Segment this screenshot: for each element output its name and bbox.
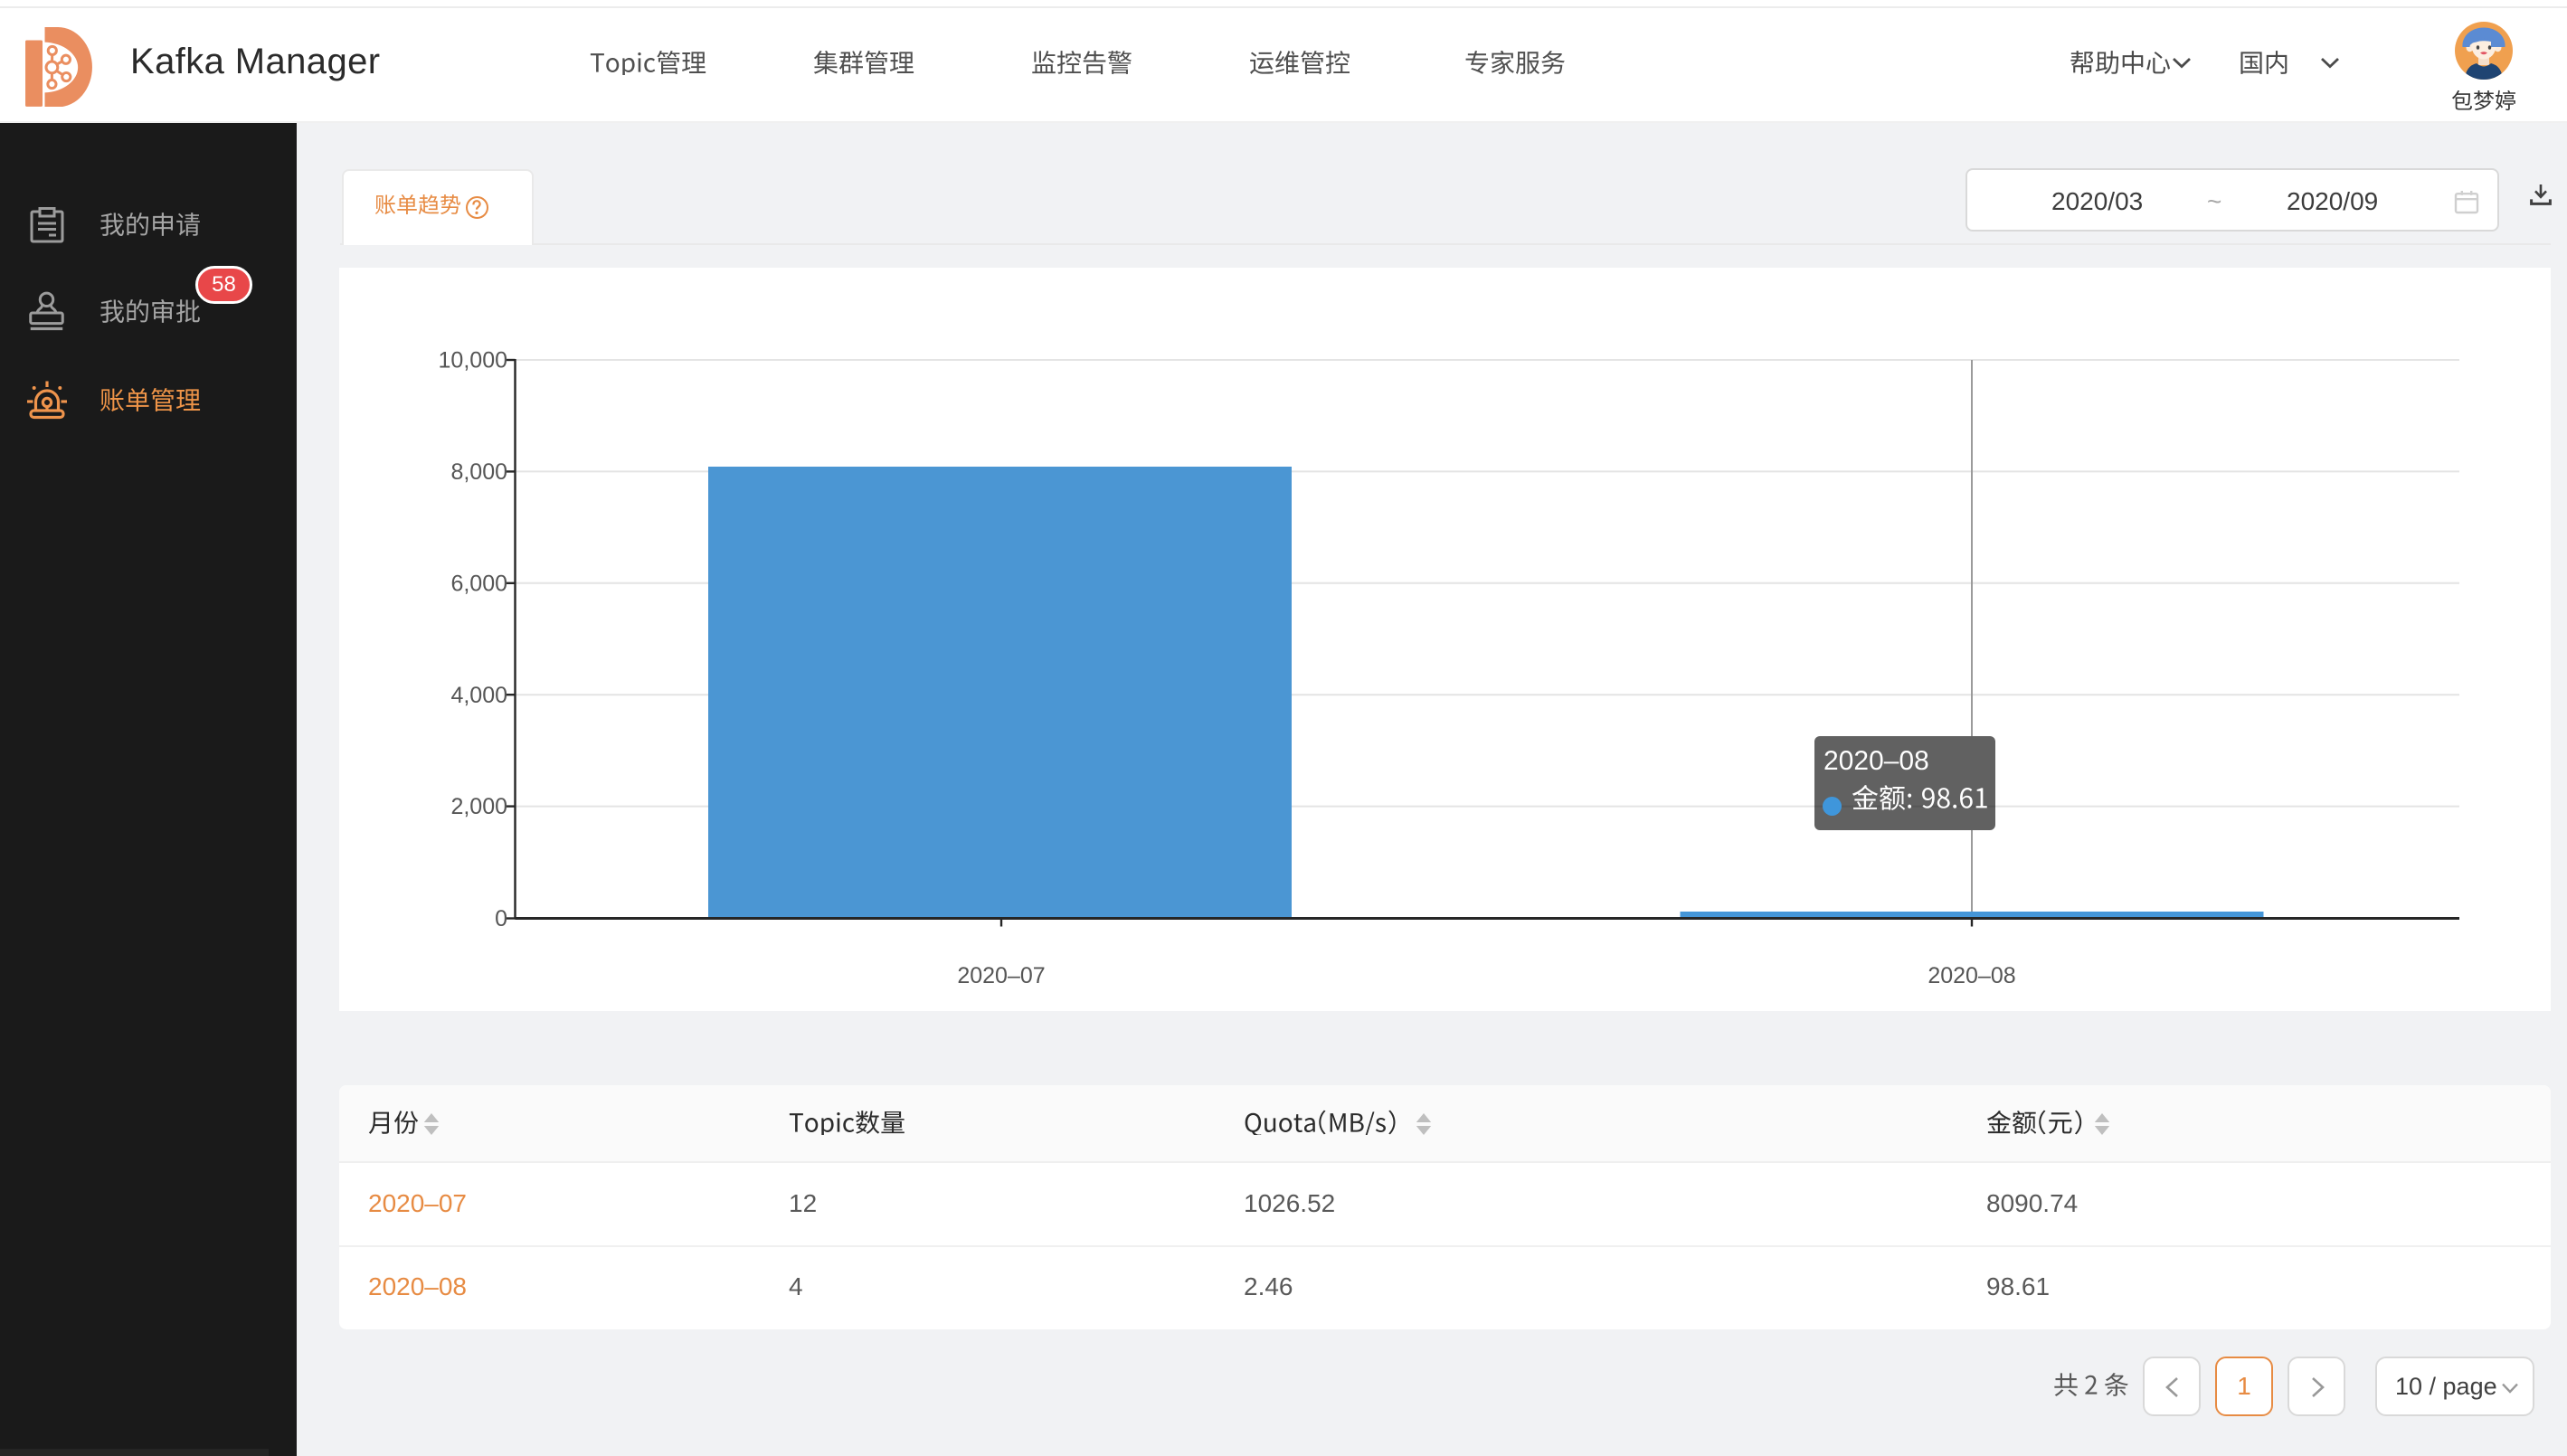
svg-text:10,000: 10,000: [439, 348, 507, 373]
svg-text:2020–07: 2020–07: [957, 963, 1045, 988]
svg-text:8,000: 8,000: [450, 459, 507, 485]
svg-text:2020–08: 2020–08: [1928, 963, 2015, 988]
svg-text:4,000: 4,000: [450, 683, 507, 708]
svg-text:6,000: 6,000: [450, 571, 507, 596]
svg-text:2,000: 2,000: [450, 794, 507, 819]
svg-text:0: 0: [495, 906, 507, 931]
